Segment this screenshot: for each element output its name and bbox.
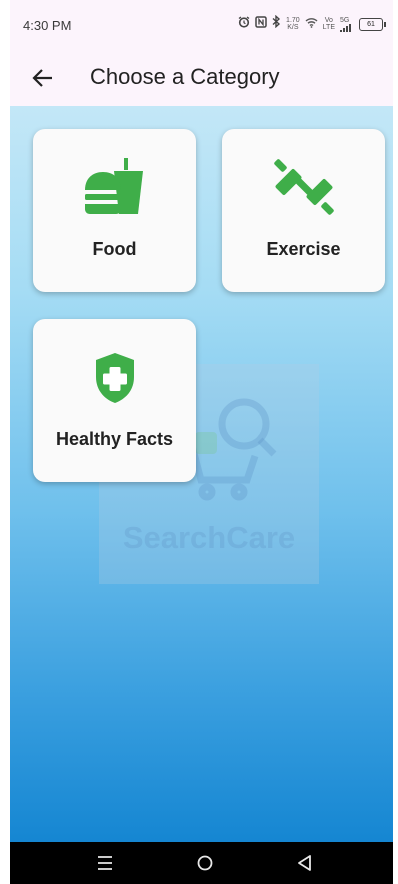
fastfood-icon [84, 158, 143, 214]
status-time: 4:30 PM [23, 18, 72, 33]
home-button[interactable] [196, 852, 220, 874]
signal-icon: 5G [340, 17, 354, 32]
category-card-exercise[interactable]: Exercise [222, 129, 385, 292]
category-card-food[interactable]: Food [33, 129, 196, 292]
health-shield-icon [95, 353, 134, 403]
network-speed: 1.70 K/S [286, 17, 300, 31]
app-screen: 4:30 PM 1.70 K/S Vo LTE 5G 61 Choose a C… [10, 0, 393, 884]
battery-indicator: 61 [359, 17, 386, 31]
status-icons: 1.70 K/S Vo LTE 5G 61 [238, 14, 386, 33]
back-button[interactable] [28, 63, 58, 93]
volte-indicator: Vo LTE [322, 17, 335, 31]
bluetooth-icon [272, 14, 281, 33]
wifi-icon [305, 15, 318, 33]
menu-icon [98, 856, 112, 870]
page-title: Choose a Category [90, 64, 280, 89]
arrow-back-icon [32, 69, 52, 87]
back-triangle-icon [298, 855, 311, 871]
category-label-healthy-facts: Healthy Facts [55, 429, 174, 449]
status-bar: 4:30 PM 1.70 K/S Vo LTE 5G 61 [10, 0, 393, 52]
dumbbell-icon [273, 159, 334, 215]
category-label-food: Food [92, 239, 137, 259]
app-bar: Choose a Category [10, 52, 393, 106]
category-content: SearchCare Food Exercise Healthy Facts [10, 106, 393, 842]
watermark-text: SearchCare [122, 520, 296, 555]
back-nav-button[interactable] [296, 852, 320, 874]
alarm-icon [238, 15, 250, 33]
category-label-exercise: Exercise [266, 239, 341, 259]
nfc-icon [255, 15, 267, 33]
system-nav-bar [10, 842, 393, 884]
home-icon [197, 855, 213, 871]
recent-apps-button[interactable] [96, 852, 120, 874]
category-card-healthy-facts[interactable]: Healthy Facts [33, 319, 196, 482]
